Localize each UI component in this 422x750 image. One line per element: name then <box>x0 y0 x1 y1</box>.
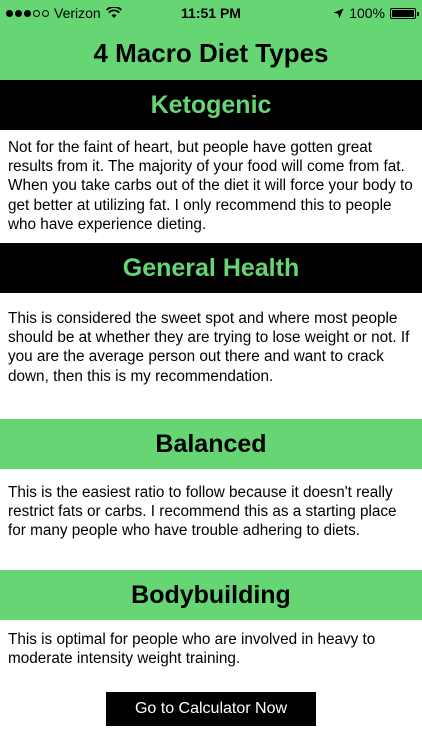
status-right: 100% <box>333 5 419 21</box>
section-text-ketogenic: Not for the faint of heart, but people h… <box>8 139 413 233</box>
section-heading-bodybuilding: Bodybuilding <box>0 570 422 620</box>
go-to-calculator-button[interactable]: Go to Calculator Now <box>106 692 316 726</box>
battery-icon <box>390 7 419 19</box>
section-heading-general-health: General Health <box>0 243 422 293</box>
section-heading-balanced: Balanced <box>0 419 422 469</box>
section-text-bodybuilding: This is optimal for people who are invol… <box>8 631 376 668</box>
section-text-balanced: This is the easiest ratio to follow beca… <box>8 484 397 540</box>
section-heading-ketogenic: Ketogenic <box>0 80 422 130</box>
page-title: 4 Macro Diet Types <box>0 26 422 80</box>
battery-percent: 100% <box>349 5 385 21</box>
location-arrow-icon <box>333 8 344 18</box>
section-text-general-health: This is considered the sweet spot and wh… <box>8 310 410 385</box>
status-bar: Verizon 11:51 PM 100% <box>0 0 422 26</box>
